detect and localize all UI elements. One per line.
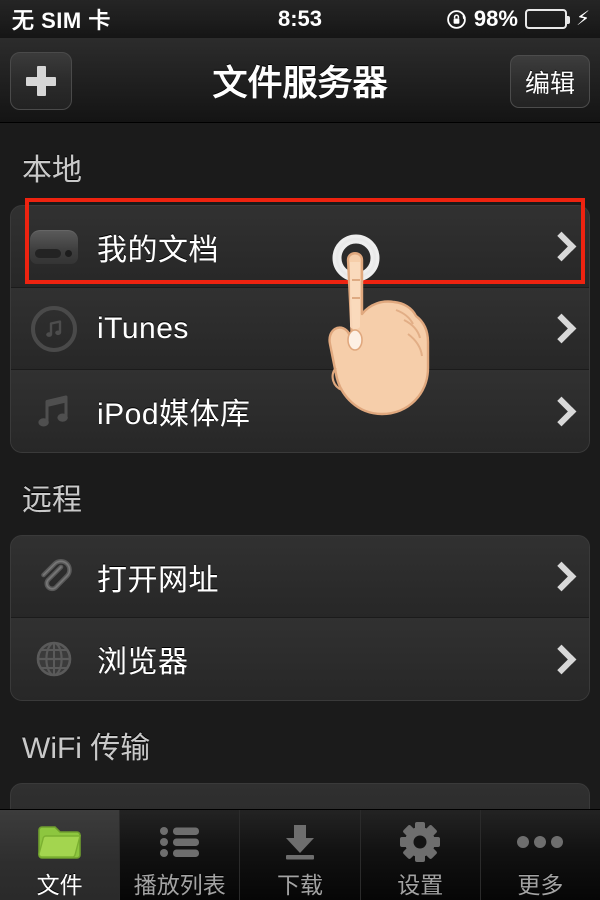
plus-icon-vertical <box>36 66 46 96</box>
list-item-label: 我的文档 <box>97 233 219 267</box>
section-header-local: 本地 <box>22 154 82 187</box>
folder-icon <box>36 819 84 864</box>
chevron-right-icon <box>533 644 589 674</box>
list-item-label: 打开网址 <box>97 563 219 597</box>
battery-nub <box>566 16 570 24</box>
rotation-lock-icon <box>446 9 467 30</box>
battery-icon <box>524 9 570 29</box>
section-header-wifi: WiFi 传输 <box>22 732 151 765</box>
hard-drive-icon <box>11 229 97 264</box>
ellipsis-icon <box>514 819 566 864</box>
gear-icon <box>398 819 442 864</box>
chevron-right-icon <box>533 561 589 592</box>
tab-label: 下载 <box>277 872 323 898</box>
list-item-label: iTunes <box>97 311 189 345</box>
tab-playlists[interactable]: 播放列表 <box>120 810 241 900</box>
chevron-right-icon <box>533 313 589 344</box>
navigation-bar: 文件服务器 编辑 <box>0 38 600 123</box>
tab-label: 播放列表 <box>133 872 226 898</box>
add-button[interactable] <box>10 52 72 110</box>
list-item-label: iPod媒体库 <box>97 398 251 431</box>
globe-icon <box>11 636 97 682</box>
download-icon <box>276 819 324 864</box>
tab-bar: 文件 播放列表 下载 设置 更多 <box>0 809 600 900</box>
chevron-right-icon <box>533 396 589 426</box>
itunes-note-circle-icon <box>11 305 97 352</box>
tab-downloads[interactable]: 下载 <box>240 810 361 900</box>
battery-percent-label: 98% <box>473 6 518 31</box>
content-scroll-area[interactable]: 本地 我的文档 iTunes iPod媒体库 远程 打开网址 浏览器 WiFi … <box>0 123 600 810</box>
list-item-itunes[interactable]: iTunes <box>11 288 589 370</box>
charging-bolt-icon: ⚡ <box>575 8 590 30</box>
tab-label: 文件 <box>36 872 83 898</box>
paperclip-icon <box>11 554 97 600</box>
chevron-right-icon <box>533 231 589 262</box>
tab-label: 更多 <box>517 872 564 898</box>
group-remote: 打开网址 浏览器 <box>10 535 590 701</box>
status-bar: 无 SIM 卡 8:53 98% ⚡ <box>0 0 600 39</box>
music-note-icon <box>11 388 97 434</box>
list-item-my-documents[interactable]: 我的文档 <box>11 206 589 288</box>
tab-files[interactable]: 文件 <box>0 810 121 900</box>
list-item-browser[interactable]: 浏览器 <box>11 618 589 700</box>
edit-button[interactable]: 编辑 <box>509 55 590 108</box>
group-local: 我的文档 iTunes iPod媒体库 <box>10 205 590 453</box>
list-item-label: 浏览器 <box>97 646 189 679</box>
section-header-remote: 远程 <box>22 484 82 517</box>
list-icon <box>156 819 204 864</box>
list-item-open-url[interactable]: 打开网址 <box>11 536 589 618</box>
tab-label: 设置 <box>397 872 444 898</box>
status-bar-right: 98% ⚡ <box>446 0 590 38</box>
group-wifi <box>10 783 590 810</box>
tab-more[interactable]: 更多 <box>480 810 600 900</box>
list-item-ipod-library[interactable]: iPod媒体库 <box>11 370 589 452</box>
tab-settings[interactable]: 设置 <box>360 810 481 900</box>
phone-screen: 无 SIM 卡 8:53 98% ⚡ 文件服务器 编辑 本地 我的文档 iTun… <box>0 0 600 900</box>
